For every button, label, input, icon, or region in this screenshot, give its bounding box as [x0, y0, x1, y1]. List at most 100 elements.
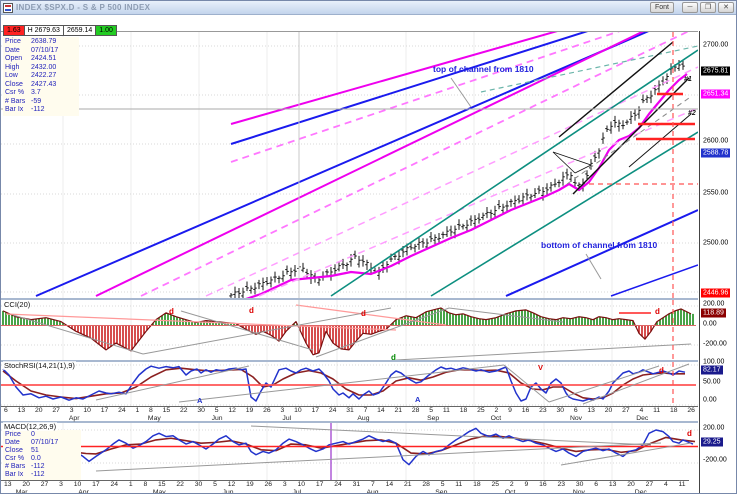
date-label: 30 [197, 407, 205, 415]
date-label: 12 [228, 481, 236, 489]
quote-strip: 1.63H 2679.632659.141.00 [3, 25, 117, 36]
date-label: 22 [180, 407, 188, 415]
date-label: 24 [329, 407, 337, 415]
axis-label: 200.00 [701, 300, 726, 309]
price-axis[interactable]: 2700.002675.812651.342600.002588.782550.… [699, 31, 737, 494]
axis-label: 2550.00 [701, 189, 730, 198]
date-label: 23 [557, 481, 565, 489]
date-label: 22 [176, 481, 184, 489]
date-label: 17 [311, 407, 319, 415]
date-label: 18 [460, 407, 468, 415]
macd-panel[interactable]: d [1, 421, 698, 481]
title-bar[interactable]: INDEX $SPX.D - S & P 500 INDEX Font ─ ❐ … [1, 1, 736, 15]
date-label: 7 [364, 407, 368, 415]
month-label: Apr [69, 415, 80, 422]
date-label: 28 [412, 407, 420, 415]
date-label: 2 [510, 481, 514, 489]
date-label: 30 [556, 407, 564, 415]
databox-row: Price2638.79 [5, 38, 77, 47]
month-label: Oct [505, 489, 516, 494]
chart-annotation: #1 [684, 76, 692, 83]
date-label: 23 [539, 407, 547, 415]
date-axis-lower-months: MarAprMayJunJulAugSepOctNovDec [1, 489, 689, 494]
axis-label: -200.00 [701, 456, 729, 465]
date-label: 18 [473, 481, 481, 489]
month-label: Jul [282, 415, 291, 422]
date-label: 31 [346, 407, 354, 415]
date-label: 13 [4, 481, 12, 489]
databox-row: Close2427.43 [5, 81, 77, 90]
maximize-button[interactable]: ❐ [700, 2, 716, 13]
date-label: 20 [22, 481, 30, 489]
date-label: 11 [443, 407, 450, 415]
axis-label: 0.00 [701, 396, 719, 405]
date-label: 14 [377, 407, 385, 415]
date-label: 20 [627, 481, 635, 489]
month-label: Apr [78, 489, 89, 494]
axis-label: 0.00 [701, 320, 719, 329]
databox-row: Date07/10/17 [5, 439, 79, 447]
axis-label: 2675.81 [701, 67, 730, 76]
chart-annotation: d [249, 306, 254, 315]
databox-row: Open2424.51 [5, 55, 77, 64]
chart-annotation: A [197, 396, 203, 405]
date-label: 26 [265, 481, 273, 489]
date-label: 19 [246, 407, 254, 415]
axis-label: 2651.34 [701, 90, 730, 99]
axis-label: 2500.00 [701, 239, 730, 248]
databox-row: Csr %3.7 [5, 89, 77, 98]
axis-label: 118.89 [701, 309, 726, 318]
price-chart-svg: top of channel from 1810bottom of channe… [1, 32, 698, 298]
month-label: Jun [223, 489, 234, 494]
date-label: 3 [283, 481, 287, 489]
month-label: Aug [357, 415, 369, 422]
minimize-button[interactable]: ─ [682, 2, 698, 13]
chart-annotation: d [659, 366, 664, 375]
date-label: 24 [118, 407, 126, 415]
axis-label: 29.25 [701, 438, 723, 447]
date-axis-upper-months: AprMayJunJulAugSepOctNovDec [1, 415, 698, 422]
date-label: 8 [143, 481, 147, 489]
date-label: 5 [441, 481, 445, 489]
chart-annotation: V [538, 363, 543, 372]
date-label: 8 [149, 407, 153, 415]
date-label: 21 [404, 481, 412, 489]
date-label: 24 [110, 481, 118, 489]
month-label: May [153, 489, 166, 494]
date-label: 17 [101, 407, 109, 415]
close-button[interactable]: ✕ [718, 2, 734, 13]
date-label: 28 [422, 481, 430, 489]
databox-row: Low2422.27 [5, 72, 77, 81]
month-label: Sep [435, 489, 447, 494]
chart-annotation: d [687, 429, 692, 438]
date-label: 18 [670, 407, 678, 415]
cci-panel[interactable]: ddddd [1, 298, 698, 359]
axis-label: -200.00 [701, 340, 729, 349]
date-label: 11 [679, 481, 686, 489]
date-label: 6 [4, 407, 8, 415]
date-label: 15 [158, 481, 166, 489]
window-title: INDEX $SPX.D - S & P 500 INDEX [16, 3, 650, 12]
databox-row: High2432.00 [5, 64, 77, 73]
date-label: 12 [228, 407, 236, 415]
date-label: 27 [52, 407, 60, 415]
chart-annotation: top of channel from 1810 [433, 64, 534, 74]
date-label: 4 [640, 407, 644, 415]
date-label: 7 [371, 481, 375, 489]
date-label: 17 [316, 481, 324, 489]
databox-row: # Bars-59 [5, 98, 77, 107]
stochrsi-panel[interactable]: AAVd [1, 360, 698, 407]
date-label: 9 [525, 481, 529, 489]
month-label: Dec [636, 415, 648, 422]
axis-label: 50.00 [701, 378, 723, 387]
date-label: 26 [263, 407, 271, 415]
price-chart-panel[interactable]: top of channel from 1810bottom of channe… [1, 31, 698, 297]
databox-row: Bar Ix-112 [5, 471, 79, 479]
axis-label: 2588.78 [701, 149, 730, 158]
font-button[interactable]: Font [650, 2, 674, 13]
macd-svg: d [1, 423, 698, 483]
date-label: 14 [386, 481, 394, 489]
date-label: 20 [35, 407, 43, 415]
chart-annotation: d [361, 309, 366, 318]
axis-label: 2446.96 [701, 289, 730, 298]
